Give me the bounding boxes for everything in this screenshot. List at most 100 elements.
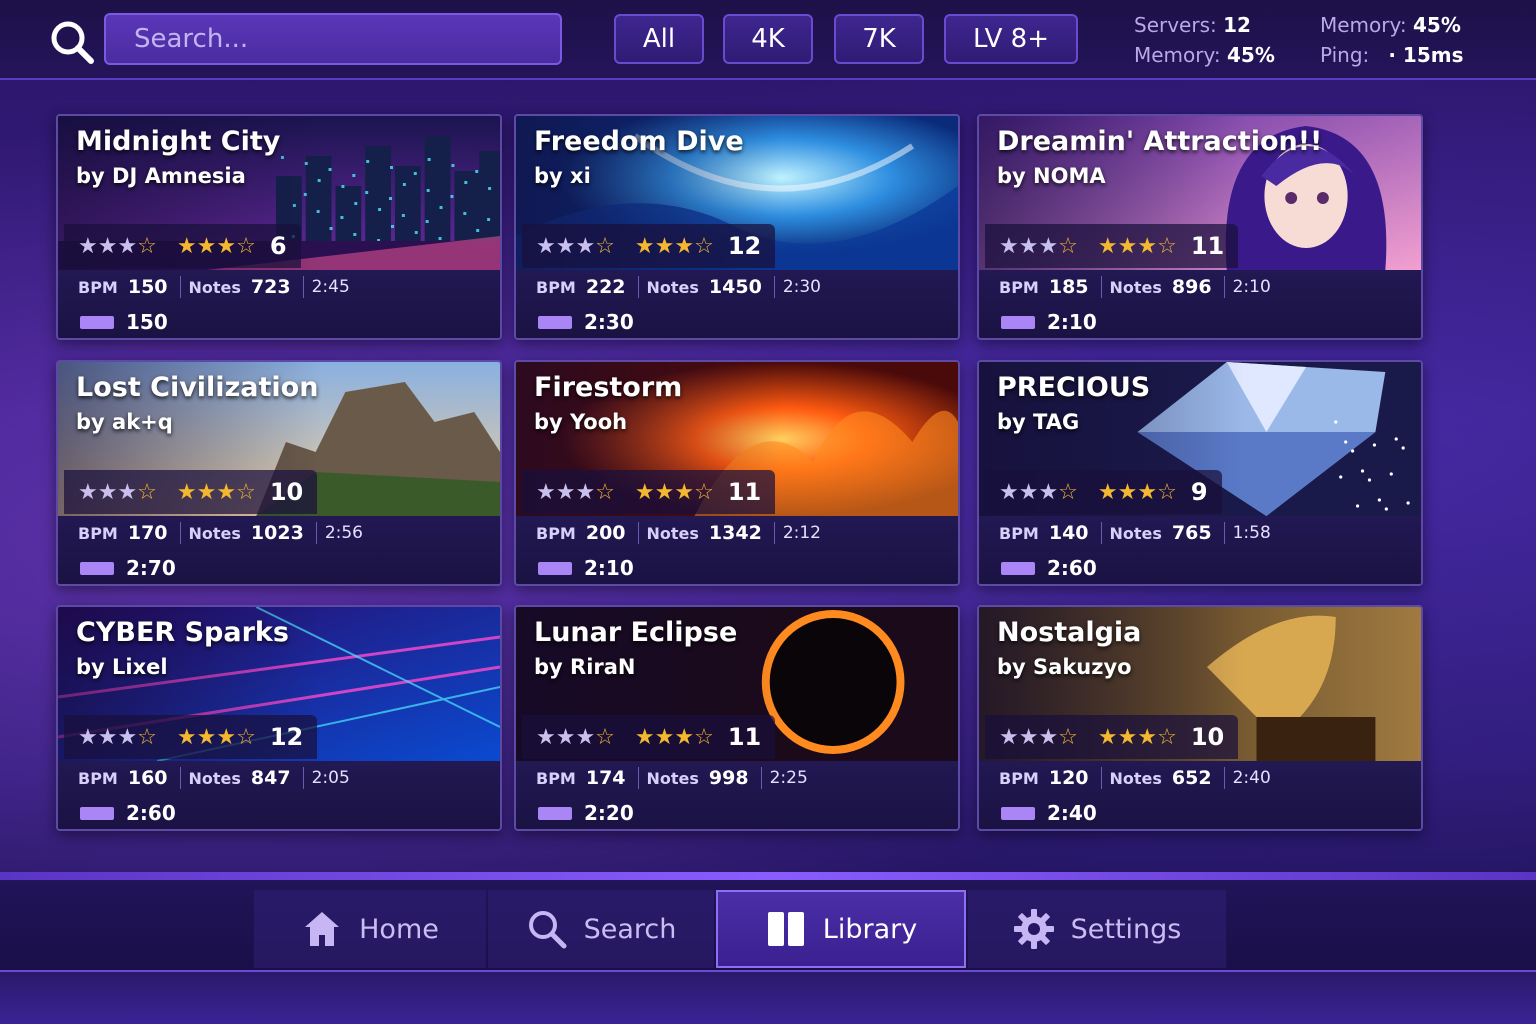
duration-value: 2:40 [1232, 768, 1271, 788]
filter-all-button[interactable]: All [614, 14, 704, 64]
notes-label: Notes [1109, 523, 1162, 543]
song-card[interactable]: Firestorm by Yooh ★★★☆ ★★★☆ 11 BPM 200 N… [514, 360, 960, 586]
duration-value: 1:58 [1232, 523, 1271, 543]
bpm-value: 150 [127, 276, 168, 298]
duration-value: 2:12 [782, 523, 821, 543]
memory-value: 45% [1226, 43, 1275, 67]
song-info: BPM 200 Notes 1342 2:12 2:10 Download [516, 516, 958, 584]
hard-stars-icon: ★★★☆ [176, 724, 256, 750]
length-value: 2:40 [1047, 801, 1097, 825]
bpm-value: 185 [1048, 276, 1089, 298]
length-bar [538, 806, 572, 820]
notes-value: 652 [1171, 767, 1212, 789]
divider [179, 276, 181, 298]
ping-label: Ping: [1320, 43, 1370, 67]
length-value: 2:10 [1047, 310, 1097, 334]
nav-search[interactable]: Search [488, 890, 714, 968]
servers-label: Servers: [1134, 13, 1217, 37]
easy-stars-icon: ★★★☆ [536, 724, 615, 750]
filter-4k-button[interactable]: 4K [723, 14, 813, 64]
client-stats: Memory: 45% Ping: · 15ms [1320, 10, 1464, 70]
song-artist: by RiraN [534, 655, 636, 679]
notes-value: 765 [1171, 522, 1212, 544]
easy-stars-icon: ★★★☆ [999, 479, 1078, 505]
gear-icon [1013, 909, 1054, 949]
song-artist: by DJ Amnesia [76, 164, 246, 188]
notes-label: Notes [646, 768, 699, 788]
hard-stars-icon: ★★★☆ [1097, 233, 1177, 259]
level-value: 11 [1190, 232, 1225, 260]
bpm-label: BPM [78, 768, 118, 788]
nav-settings[interactable]: Settings [968, 890, 1226, 968]
server-stats: Servers: 12 Memory: 45% [1134, 10, 1275, 70]
servers-value: 12 [1223, 13, 1251, 37]
nav-divider [0, 872, 1536, 880]
song-title: Dreamin' Attraction!! [997, 126, 1323, 157]
length-value: 150 [126, 310, 168, 334]
bpm-value: 170 [127, 522, 168, 544]
song-artist: by NOMA [997, 164, 1106, 188]
song-card[interactable]: Midnight City by DJ Amnesia ★★★☆ ★★★☆ 6 … [56, 114, 502, 340]
hard-stars-icon: ★★★☆ [634, 724, 714, 750]
bpm-value: 174 [585, 767, 626, 789]
duration-value: 2:30 [782, 277, 821, 297]
easy-stars-icon: ★★★☆ [999, 724, 1078, 750]
filter-lv8-button[interactable]: LV 8+ [944, 14, 1078, 64]
level-value: 9 [1190, 478, 1208, 506]
length-value: 2:70 [126, 556, 176, 580]
divider [1100, 767, 1102, 789]
song-card[interactable]: PRECIOUS by TAG ★★★☆ ★★★☆ 9 BPM 140 Note… [977, 360, 1423, 586]
song-info: BPM 170 Notes 1023 2:56 2:70 Download [58, 516, 500, 584]
song-card[interactable]: Lost Civilization by ak+q ★★★☆ ★★★☆ 10 B… [56, 360, 502, 586]
song-info: BPM 185 Notes 896 2:10 2:10 Download [979, 270, 1421, 338]
hard-stars-icon: ★★★☆ [634, 233, 714, 259]
duration-value: 2:45 [311, 277, 350, 297]
difficulty-rating: ★★★☆ ★★★☆ 11 [522, 470, 776, 514]
divider [637, 522, 639, 544]
song-title: Nostalgia [997, 617, 1142, 648]
song-artist: by Lixel [76, 655, 168, 679]
notes-value: 1450 [708, 276, 762, 298]
filter-7k-button[interactable]: 7K [834, 14, 924, 64]
duration-value: 2:05 [311, 768, 350, 788]
notes-label: Notes [188, 768, 241, 788]
song-card[interactable]: Freedom Dive by xi ★★★☆ ★★★☆ 12 BPM 222 … [514, 114, 960, 340]
song-card[interactable]: Lunar Eclipse by RiraN ★★★☆ ★★★☆ 11 BPM … [514, 605, 960, 831]
length-bar [80, 315, 114, 329]
home-icon [305, 912, 340, 946]
song-title: Midnight City [76, 126, 281, 157]
level-value: 11 [727, 478, 762, 506]
nav-home[interactable]: Home [254, 890, 486, 968]
bpm-label: BPM [536, 768, 576, 788]
song-card[interactable]: Dreamin' Attraction!! by NOMA ★★★☆ ★★★☆ … [977, 114, 1423, 340]
length-value: 2:60 [1047, 556, 1097, 580]
library-icon [767, 912, 804, 946]
notes-label: Notes [646, 277, 699, 297]
song-info: BPM 160 Notes 847 2:05 2:60 Download [58, 761, 500, 829]
song-info: BPM 120 Notes 652 2:40 2:40 Download [979, 761, 1421, 829]
length-bar [538, 561, 572, 575]
song-card[interactable]: Nostalgia by Sakuzyo ★★★☆ ★★★☆ 10 BPM 12… [977, 605, 1423, 831]
search-icon [528, 911, 567, 949]
bpm-value: 140 [1048, 522, 1089, 544]
hard-stars-icon: ★★★☆ [1097, 724, 1177, 750]
bpm-label: BPM [78, 277, 118, 297]
search-input[interactable] [104, 13, 562, 65]
difficulty-rating: ★★★☆ ★★★☆ 12 [64, 715, 318, 759]
nav-library[interactable]: Library [716, 890, 966, 968]
notes-label: Notes [646, 523, 699, 543]
ping-value: · 15ms [1388, 43, 1464, 67]
length-value: 2:60 [126, 801, 176, 825]
nav-home-label: Home [359, 913, 439, 945]
length-value: 2:20 [584, 801, 634, 825]
search-icon[interactable] [48, 18, 96, 66]
bottom-nav: Home Search Library Settings [0, 880, 1536, 970]
difficulty-rating: ★★★☆ ★★★☆ 10 [64, 470, 318, 514]
easy-stars-icon: ★★★☆ [78, 479, 157, 505]
song-card[interactable]: CYBER Sparks by Lixel ★★★☆ ★★★☆ 12 BPM 1… [56, 605, 502, 831]
bpm-value: 120 [1048, 767, 1089, 789]
notes-value: 847 [250, 767, 291, 789]
bottom-strip [0, 970, 1536, 1024]
song-artist: by Yooh [534, 410, 628, 434]
song-info: BPM 140 Notes 765 1:58 2:60 Download [979, 516, 1421, 584]
